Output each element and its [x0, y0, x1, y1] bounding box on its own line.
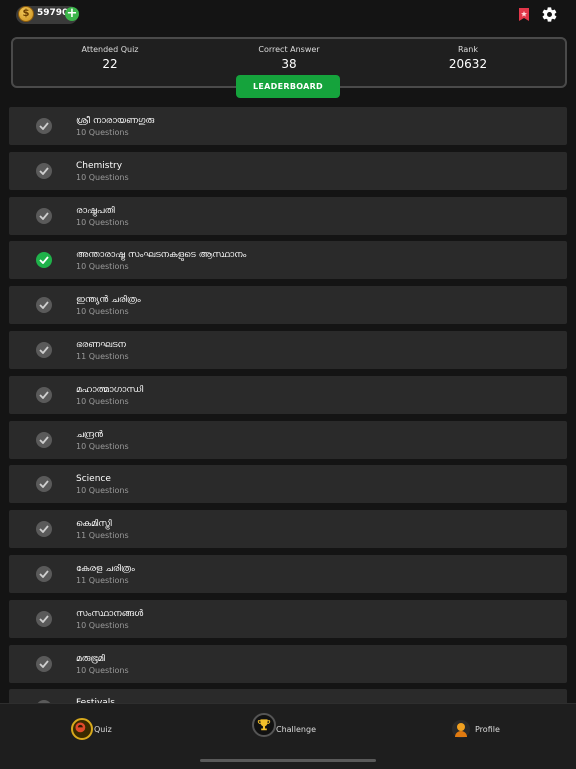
profile-icon	[452, 720, 470, 738]
attended-quiz-value: 22	[102, 57, 118, 71]
bookmark-icon[interactable]	[518, 8, 530, 21]
attended-quiz-label: Attended Quiz	[81, 45, 139, 54]
check-icon	[36, 611, 52, 627]
home-indicator	[200, 759, 376, 762]
correct-answer-label: Correct Answer	[258, 45, 320, 54]
quiz-row[interactable]: Science 10 Questions	[9, 465, 567, 503]
quiz-row[interactable]: രാഷ്ട്രപതി 10 Questions	[9, 197, 567, 235]
quiz-title: ഇന്ത്യൻ ചരിത്രം	[76, 295, 141, 305]
gear-icon[interactable]	[541, 6, 558, 23]
quiz-row[interactable]: Festivals	[9, 689, 567, 703]
quiz-row[interactable]: മഹാത്മാഗാന്ധി 10 Questions	[9, 376, 567, 414]
coin-icon: $	[18, 6, 34, 22]
check-icon	[36, 387, 52, 403]
quiz-row[interactable]: സംസ്ഥാനങ്ങൾ 10 Questions	[9, 600, 567, 638]
quiz-row[interactable]: അന്താരാഷ്ട്ര സംഘടനകളുടെ ആസ്ഥാനം 10 Questi…	[9, 241, 567, 279]
check-complete-icon	[36, 252, 52, 268]
check-icon	[36, 566, 52, 582]
quiz-row[interactable]: ചന്ദ്രൻ 10 Questions	[9, 421, 567, 459]
quiz-row[interactable]: ശ്രീ നാരായണഗുരു 10 Questions	[9, 107, 567, 145]
quiz-question-count: 10 Questions	[76, 173, 129, 182]
quiz-row[interactable]: ഭരണഘടന 11 Questions	[9, 331, 567, 369]
quiz-question-count: 10 Questions	[76, 666, 129, 675]
attended-quiz-stat: Attended Quiz 22	[40, 45, 180, 71]
quiz-question-count: 10 Questions	[76, 218, 129, 227]
quiz-row[interactable]: കേരള ചരിത്രം 11 Questions	[9, 555, 567, 593]
quiz-question-count: 10 Questions	[76, 307, 129, 316]
quiz-title: മരുഭൂമി	[76, 654, 105, 664]
quiz-icon	[71, 718, 93, 740]
check-icon	[36, 521, 52, 537]
quiz-question-count: 11 Questions	[76, 576, 129, 585]
quiz-question-count: 10 Questions	[76, 262, 129, 271]
leaderboard-button[interactable]: LEADERBOARD	[236, 75, 340, 98]
quiz-title: അന്താരാഷ്ട്ര സംഘടനകളുടെ ആസ്ഥാനം	[76, 250, 247, 260]
quiz-question-count: 10 Questions	[76, 442, 129, 451]
quiz-question-count: 10 Questions	[76, 128, 129, 137]
quiz-title: രാഷ്ട്രപതി	[76, 206, 115, 216]
check-icon	[36, 342, 52, 358]
quiz-title: ചന്ദ്രൻ	[76, 430, 103, 440]
quiz-row[interactable]: മരുഭൂമി 10 Questions	[9, 645, 567, 683]
check-icon	[36, 432, 52, 448]
nav-challenge-label: Challenge	[276, 725, 316, 734]
quiz-title: ഭരണഘടന	[76, 340, 126, 350]
quiz-title: Chemistry	[76, 161, 123, 171]
quiz-row[interactable]: കെമിസ്ട്രി 11 Questions	[9, 510, 567, 548]
quiz-question-count: 10 Questions	[76, 486, 129, 495]
quiz-question-count: 11 Questions	[76, 531, 129, 540]
quiz-title: സംസ്ഥാനങ്ങൾ	[76, 609, 144, 619]
quiz-title: മഹാത്മാഗാന്ധി	[76, 385, 144, 395]
coin-count: 59790	[37, 8, 69, 18]
check-icon	[36, 118, 52, 134]
rank-label: Rank	[458, 45, 478, 54]
nav-quiz-label: Quiz	[94, 725, 112, 734]
top-bar: $ 59790 +	[0, 0, 576, 30]
quiz-list: ശ്രീ നാരായണഗുരു 10 Questions Chemistry 10 Q…	[0, 106, 576, 703]
trophy-icon	[252, 713, 276, 737]
check-icon	[36, 476, 52, 492]
check-icon	[36, 208, 52, 224]
correct-answer-value: 38	[281, 57, 297, 71]
correct-answer-stat: Correct Answer 38	[219, 45, 359, 71]
rank-value: 20632	[448, 57, 488, 71]
quiz-question-count: 10 Questions	[76, 621, 129, 630]
quiz-row[interactable]: Chemistry 10 Questions	[9, 152, 567, 190]
check-icon	[36, 656, 52, 672]
quiz-title: Science	[76, 474, 111, 484]
quiz-row[interactable]: ഇന്ത്യൻ ചരിത്രം 10 Questions	[9, 286, 567, 324]
add-coins-button[interactable]: +	[65, 7, 79, 21]
check-icon	[36, 297, 52, 313]
quiz-question-count: 11 Questions	[76, 352, 129, 361]
quiz-title: ശ്രീ നാരായണഗുരു	[76, 116, 155, 126]
quiz-question-count: 10 Questions	[76, 397, 129, 406]
rank-stat: Rank 20632	[398, 45, 538, 71]
nav-profile-label: Profile	[475, 725, 500, 734]
quiz-title: കേരള ചരിത്രം	[76, 564, 135, 574]
quiz-title: കെമിസ്ട്രി	[76, 519, 112, 529]
check-icon	[36, 163, 52, 179]
